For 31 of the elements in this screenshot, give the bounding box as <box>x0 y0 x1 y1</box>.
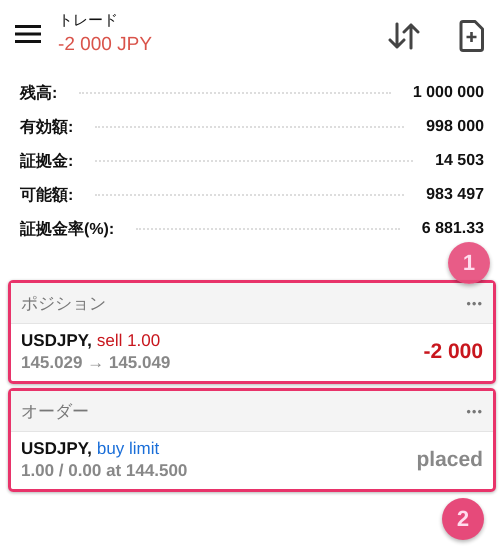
field-label: 残高: <box>20 83 58 104</box>
screen-title: トレード <box>58 10 119 30</box>
field-label: 証拠金: <box>20 151 74 172</box>
field-value: 1 000 000 <box>412 84 484 102</box>
price-detail: 1.00 / 0.00 at 144.500 <box>21 461 188 481</box>
symbol-label: USDJPY, <box>21 439 92 458</box>
field-value: 983 497 <box>426 186 484 204</box>
trade-type: buy limit <box>96 439 160 458</box>
step-badge: 2 <box>442 498 484 540</box>
result-value: -2 000 <box>423 340 483 364</box>
section-title: ポジション <box>21 292 106 314</box>
sort-icon[interactable] <box>388 21 420 51</box>
trade-row[interactable]: USDJPY, sell 1.00 145.029 → 145.049 -2 000 <box>11 324 493 381</box>
symbol-label: USDJPY, <box>21 331 92 350</box>
more-button[interactable]: ••• <box>466 404 483 418</box>
more-button[interactable]: ••• <box>466 296 483 310</box>
profit-value: -2 000 JPY <box>58 34 152 56</box>
trade-row[interactable]: USDJPY, buy limit 1.00 / 0.00 at 144.500 placed <box>11 432 493 489</box>
new-document-icon[interactable] <box>458 20 484 52</box>
step-badge: 1 <box>448 242 490 284</box>
field-value: 6 881.33 <box>422 220 484 238</box>
section-title: オーダー <box>21 400 89 422</box>
field-value: 14 503 <box>435 152 484 170</box>
price-detail: 145.029 → 145.049 <box>21 353 170 373</box>
result-value: placed <box>416 448 483 472</box>
field-label: 可能額: <box>20 185 74 206</box>
field-value: 998 000 <box>426 118 484 136</box>
trade-type: sell 1.00 <box>96 331 160 350</box>
field-label: 証拠金率(%): <box>20 219 114 240</box>
menu-icon[interactable] <box>15 24 41 44</box>
field-label: 有効額: <box>20 117 74 138</box>
